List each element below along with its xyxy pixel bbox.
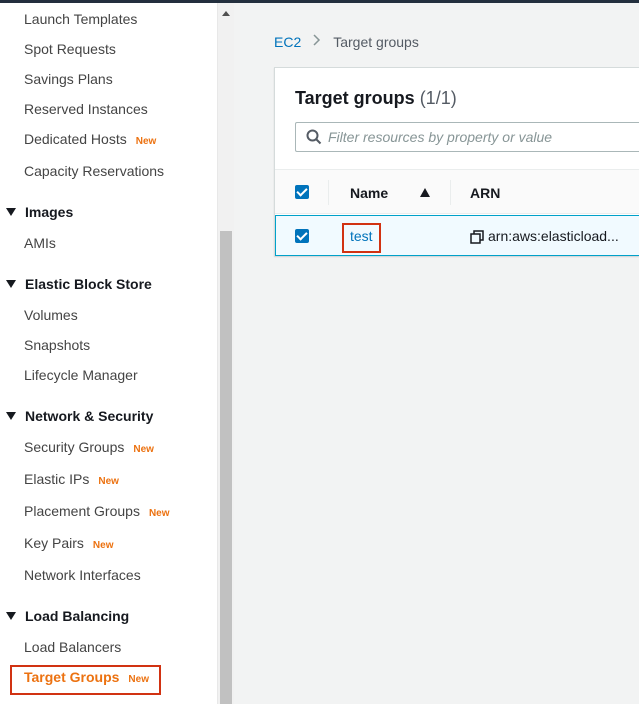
caret-down-icon xyxy=(6,208,16,216)
new-badge: New xyxy=(148,508,170,519)
sidebar-item-label: Dedicated Hosts xyxy=(24,131,127,147)
page-title: Target groups (1/1) xyxy=(295,88,457,109)
sidebar-item-label: Launch Templates xyxy=(24,11,138,27)
sidebar: Launch Templates Spot Requests Savings P… xyxy=(0,3,217,704)
section-title: Network & Security xyxy=(25,408,154,424)
section-load-balancing[interactable]: Load Balancing xyxy=(6,608,129,624)
sidebar-item-label: AMIs xyxy=(24,235,56,251)
sidebar-item-placement-groups[interactable]: Placement Groups New xyxy=(24,503,170,519)
sidebar-item-amis[interactable]: AMIs xyxy=(24,235,56,251)
column-header-arn[interactable]: ARN xyxy=(470,185,500,201)
column-divider xyxy=(328,180,329,205)
sidebar-item-label: Load Balancers xyxy=(24,639,122,655)
column-divider xyxy=(450,180,451,205)
search-box[interactable] xyxy=(295,122,639,152)
table-row[interactable]: test arn:aws:elasticload... xyxy=(275,215,639,256)
breadcrumb-ec2-link[interactable]: EC2 xyxy=(274,34,301,50)
section-elastic-block-store[interactable]: Elastic Block Store xyxy=(6,276,152,292)
section-network-security[interactable]: Network & Security xyxy=(6,408,153,424)
sidebar-item-label: Lifecycle Manager xyxy=(24,367,138,383)
chevron-right-icon xyxy=(313,33,321,51)
scroll-thumb[interactable] xyxy=(220,231,232,704)
sidebar-item-elastic-ips[interactable]: Elastic IPs New xyxy=(24,471,119,487)
breadcrumb: EC2 Target groups xyxy=(274,33,419,51)
sidebar-item-spot-requests[interactable]: Spot Requests xyxy=(24,41,116,57)
sort-ascending-icon[interactable] xyxy=(420,188,430,197)
section-title: Load Balancing xyxy=(25,608,130,624)
new-badge: New xyxy=(133,444,154,455)
sidebar-item-label: Spot Requests xyxy=(24,41,116,57)
breadcrumb-current: Target groups xyxy=(333,34,419,50)
column-header-name[interactable]: Name xyxy=(350,185,388,201)
new-badge: New xyxy=(98,476,119,487)
sidebar-scrollbar[interactable] xyxy=(217,3,234,704)
caret-down-icon xyxy=(6,612,16,620)
select-all-checkbox[interactable] xyxy=(295,185,309,199)
sidebar-item-key-pairs[interactable]: Key Pairs New xyxy=(24,535,113,551)
sidebar-item-label: Placement Groups xyxy=(24,503,140,519)
sidebar-item-label: Reserved Instances xyxy=(24,101,148,117)
new-badge: New xyxy=(135,136,157,147)
sidebar-item-label: Volumes xyxy=(24,307,78,323)
section-title: Images xyxy=(25,204,74,220)
caret-down-icon xyxy=(6,412,16,420)
table-header: Name ARN xyxy=(275,169,639,214)
highlight-box xyxy=(10,665,161,695)
sidebar-item-launch-templates[interactable]: Launch Templates xyxy=(24,11,137,27)
section-title: Elastic Block Store xyxy=(25,276,152,292)
highlight-box xyxy=(342,223,381,253)
sidebar-item-load-balancers[interactable]: Load Balancers xyxy=(24,639,121,655)
search-icon xyxy=(306,129,322,145)
target-group-arn: arn:aws:elasticload... xyxy=(488,228,619,244)
panel-title-text: Target groups xyxy=(295,88,415,108)
sidebar-item-lifecycle-manager[interactable]: Lifecycle Manager xyxy=(24,367,138,383)
sidebar-item-security-groups[interactable]: Security Groups New xyxy=(24,439,154,455)
sidebar-item-label: Elastic IPs xyxy=(24,471,90,487)
sidebar-item-label: Savings Plans xyxy=(24,71,113,87)
sidebar-item-label: Security Groups xyxy=(24,439,125,455)
sidebar-item-network-interfaces[interactable]: Network Interfaces xyxy=(24,567,141,583)
sidebar-item-label: Network Interfaces xyxy=(24,567,141,583)
sidebar-item-snapshots[interactable]: Snapshots xyxy=(24,337,90,353)
target-groups-panel: Target groups (1/1) Name ARN test arn:aw… xyxy=(274,67,639,256)
sidebar-item-volumes[interactable]: Volumes xyxy=(24,307,78,323)
sidebar-item-label: Snapshots xyxy=(24,337,91,353)
search-input[interactable] xyxy=(328,127,628,147)
sidebar-item-dedicated-hosts[interactable]: Dedicated Hosts New xyxy=(24,131,156,147)
scroll-up-arrow-icon[interactable] xyxy=(222,11,230,16)
sidebar-item-capacity-reservations[interactable]: Capacity Reservations xyxy=(24,163,164,179)
sidebar-item-savings-plans[interactable]: Savings Plans xyxy=(24,71,113,87)
sidebar-item-label: Capacity Reservations xyxy=(24,163,165,179)
selection-count: (1/1) xyxy=(419,88,457,108)
caret-down-icon xyxy=(6,280,16,288)
section-images[interactable]: Images xyxy=(6,204,73,220)
copy-icon[interactable] xyxy=(470,230,484,244)
sidebar-item-reserved-instances[interactable]: Reserved Instances xyxy=(24,101,148,117)
row-checkbox[interactable] xyxy=(295,229,309,243)
sidebar-item-label: Key Pairs xyxy=(24,535,84,551)
new-badge: New xyxy=(92,540,114,551)
